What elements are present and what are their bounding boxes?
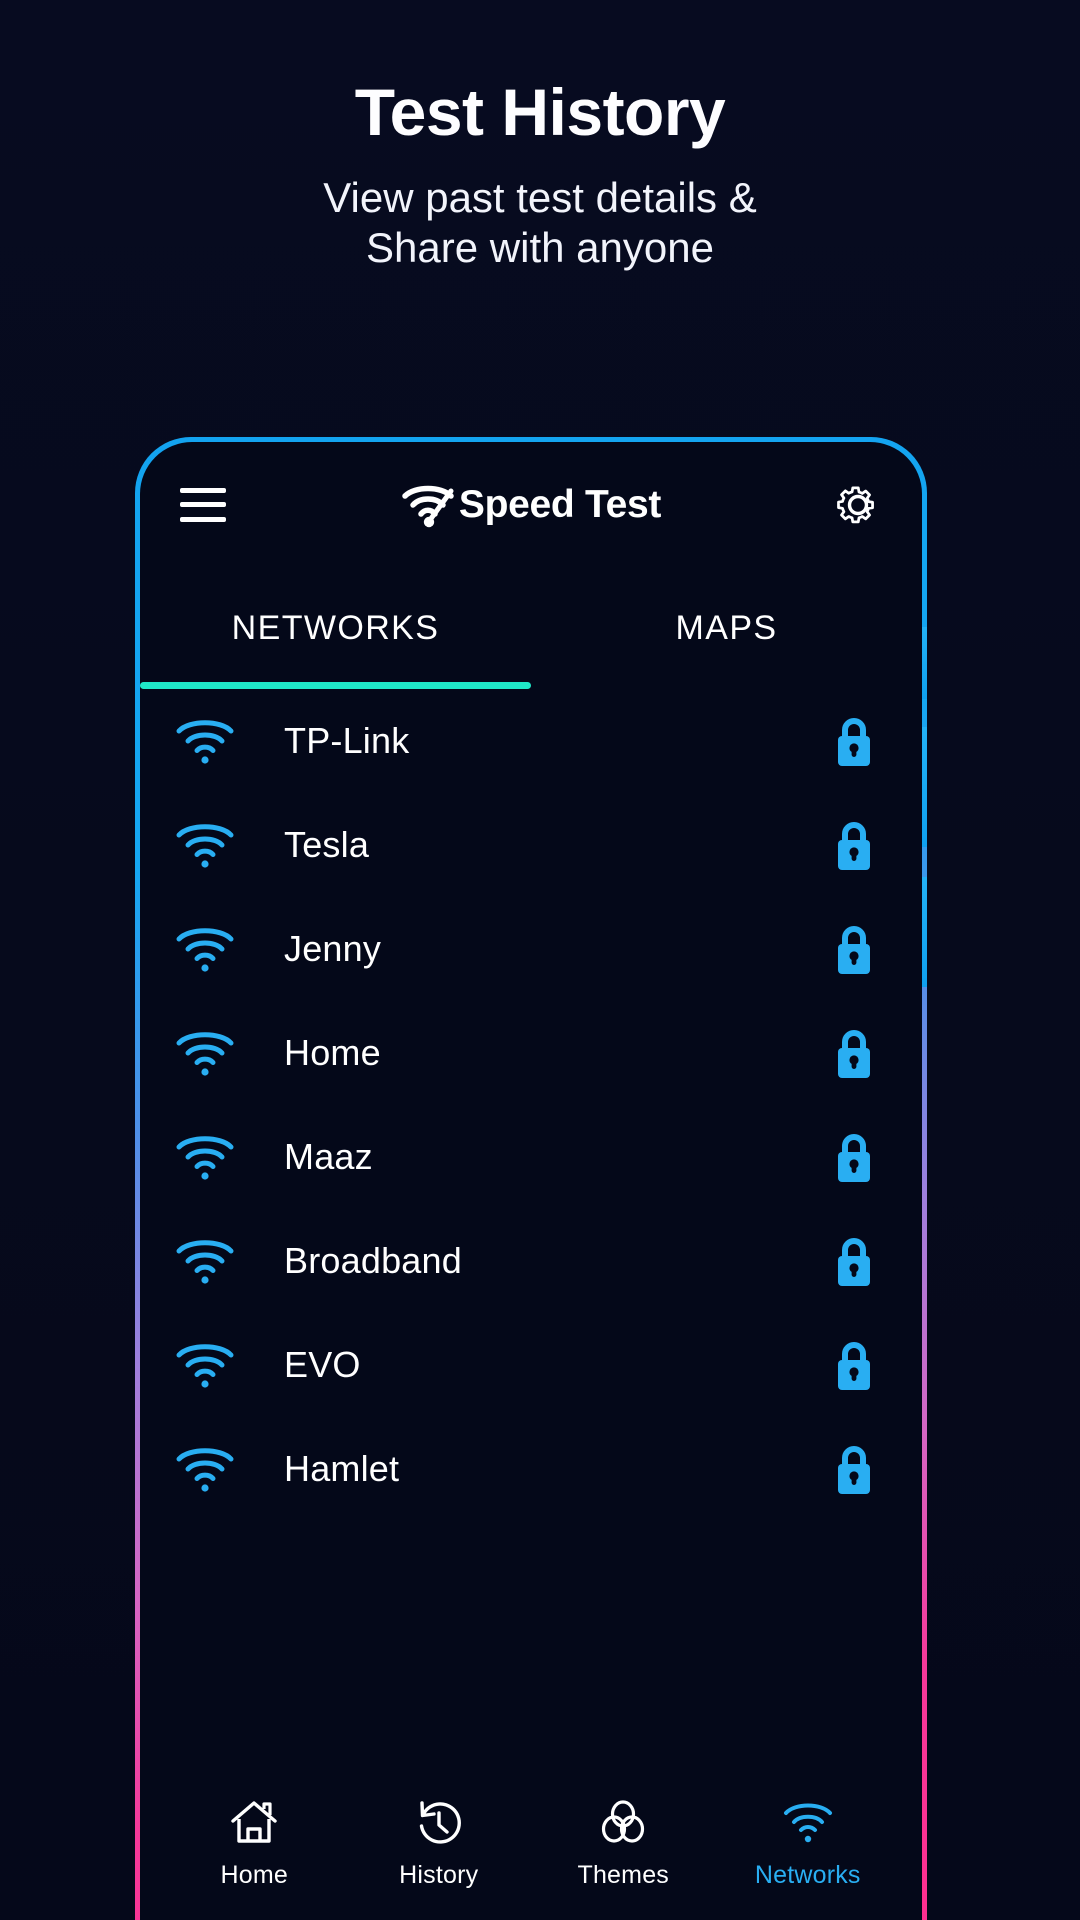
nav-item-label: Themes [577, 1860, 669, 1889]
lock-icon[interactable] [832, 1233, 876, 1289]
phone-screen: Speed Test NETWORKS MAPS TP-Link Tesla J… [140, 442, 922, 1920]
nav-item-themes[interactable]: Themes [531, 1797, 716, 1890]
network-list-item[interactable]: Hamlet [140, 1417, 922, 1521]
phone-frame: Speed Test NETWORKS MAPS TP-Link Tesla J… [135, 437, 927, 1920]
network-list-item[interactable]: Jenny [140, 897, 922, 1001]
phone-mockup: Speed Test NETWORKS MAPS TP-Link Tesla J… [135, 437, 945, 1920]
house-icon [231, 1800, 277, 1843]
page-title: Test History [354, 75, 726, 149]
hamburger-menu-icon[interactable] [180, 487, 226, 522]
network-name: Maaz [284, 1136, 373, 1177]
promo-subtitle-line2: Share with anyone [366, 223, 714, 271]
lock-icon[interactable] [832, 921, 876, 977]
tab-active-underline [140, 682, 531, 689]
network-name: TP-Link [284, 720, 410, 761]
network-list-item[interactable]: Home [140, 1001, 922, 1105]
network-name: Hamlet [284, 1448, 400, 1489]
wifi-icon [176, 1344, 234, 1388]
nav-item-networks[interactable]: Networks [716, 1797, 901, 1890]
network-list-item[interactable]: EVO [140, 1313, 922, 1417]
tab-bar: NETWORKS MAPS [140, 567, 922, 689]
nav-item-history[interactable]: History [347, 1797, 532, 1890]
lock-icon[interactable] [832, 817, 876, 873]
wifi-speedometer-icon [402, 485, 454, 527]
nav-item-label: Home [220, 1860, 288, 1889]
network-list-item[interactable]: Broadband [140, 1209, 922, 1313]
gear-icon[interactable] [834, 481, 882, 529]
promo-header: Test History View past test details & Sh… [0, 0, 1080, 272]
network-name: EVO [284, 1344, 361, 1385]
wifi-icon [176, 824, 234, 868]
promo-subtitle-line1: View past test details & [323, 174, 757, 222]
network-name: Broadband [284, 1240, 462, 1281]
clock-rewind-icon [419, 1800, 461, 1844]
network-name: Home [284, 1032, 381, 1073]
promo-page: Test History View past test details & Sh… [0, 0, 1080, 1920]
wifi-icon [176, 1032, 234, 1076]
wifi-icon [783, 1803, 832, 1842]
wifi-icon [176, 1240, 234, 1284]
app-brand: Speed Test [140, 482, 922, 528]
network-list: TP-Link Tesla Jenny Home Maaz Broadband EVO Ham… [140, 689, 922, 1521]
network-name: Jenny [284, 928, 382, 969]
wifi-icon [176, 1136, 234, 1180]
tab-maps-label: MAPS [675, 608, 778, 647]
app-title: Speed Test [458, 482, 662, 526]
network-list-item[interactable]: Tesla [140, 793, 922, 897]
wifi-icon [176, 928, 234, 972]
nav-item-label: Networks [754, 1860, 861, 1889]
tab-maps[interactable]: MAPS [531, 567, 922, 689]
promo-subtitle: View past test details & Share with anyo… [0, 173, 1080, 272]
tab-networks-label: NETWORKS [231, 608, 440, 647]
nav-item-label: History [399, 1860, 479, 1889]
lock-icon[interactable] [832, 713, 876, 769]
nav-item-home[interactable]: Home [162, 1797, 347, 1890]
network-list-item[interactable]: Maaz [140, 1105, 922, 1209]
network-name: Tesla [284, 824, 370, 865]
wifi-icon [176, 720, 234, 764]
app-header: Speed Test [140, 442, 922, 567]
lock-icon[interactable] [832, 1441, 876, 1497]
tab-networks[interactable]: NETWORKS [140, 567, 531, 689]
bottom-navigation-bar: Home History Themes Networks [140, 1776, 922, 1920]
lock-icon[interactable] [832, 1129, 876, 1185]
overlapping-circles-icon [602, 1799, 645, 1843]
network-list-item[interactable]: TP-Link [140, 689, 922, 793]
lock-icon[interactable] [832, 1337, 876, 1393]
lock-icon[interactable] [832, 1025, 876, 1081]
wifi-icon [176, 1448, 234, 1492]
